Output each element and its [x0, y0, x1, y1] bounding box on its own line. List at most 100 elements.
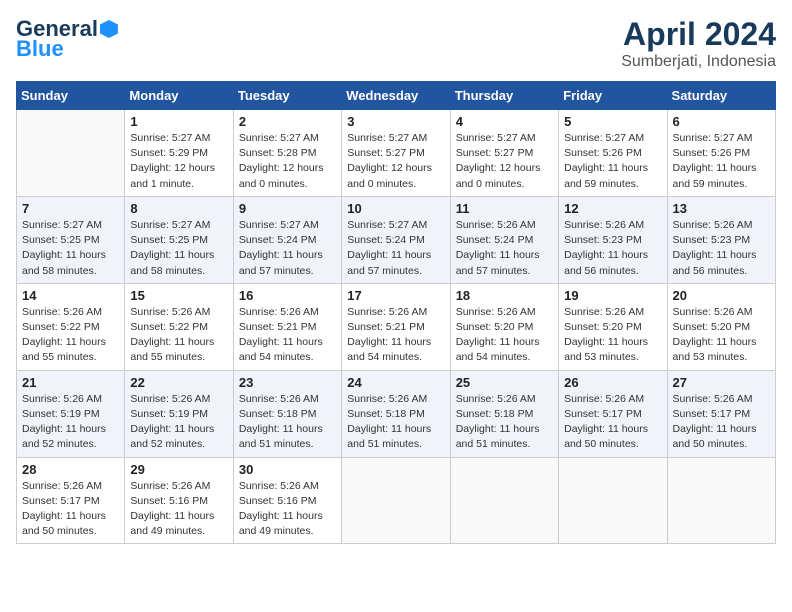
calendar-day-cell: 23 Sunrise: 5:26 AM Sunset: 5:18 PM Dayli…: [233, 370, 341, 457]
day-info: Sunrise: 5:26 AM Sunset: 5:22 PM Dayligh…: [130, 305, 227, 366]
logo-icon: [100, 20, 118, 38]
day-number: 27: [673, 375, 770, 390]
calendar-week-row: 21 Sunrise: 5:26 AM Sunset: 5:19 PM Dayli…: [17, 370, 776, 457]
day-info: Sunrise: 5:26 AM Sunset: 5:23 PM Dayligh…: [564, 218, 661, 279]
day-number: 20: [673, 288, 770, 303]
day-info: Sunrise: 5:27 AM Sunset: 5:26 PM Dayligh…: [673, 131, 770, 192]
header-wednesday: Wednesday: [342, 82, 450, 110]
calendar-day-cell: 13 Sunrise: 5:26 AM Sunset: 5:23 PM Dayli…: [667, 196, 775, 283]
calendar-day-cell: 7 Sunrise: 5:27 AM Sunset: 5:25 PM Daylig…: [17, 196, 125, 283]
day-info: Sunrise: 5:27 AM Sunset: 5:25 PM Dayligh…: [22, 218, 119, 279]
title-area: April 2024 Sumberjati, Indonesia: [621, 16, 776, 71]
day-info: Sunrise: 5:27 AM Sunset: 5:25 PM Dayligh…: [130, 218, 227, 279]
logo-blue-text: Blue: [16, 36, 64, 62]
day-info: Sunrise: 5:26 AM Sunset: 5:20 PM Dayligh…: [456, 305, 553, 366]
calendar-day-cell: [17, 110, 125, 197]
day-number: 6: [673, 114, 770, 129]
calendar-day-cell: 17Sunrise: 5:26 AM Sunset: 5:21 PM Dayli…: [342, 283, 450, 370]
location-subtitle: Sumberjati, Indonesia: [621, 53, 776, 71]
day-number: 26: [564, 375, 661, 390]
calendar-week-row: 7 Sunrise: 5:27 AM Sunset: 5:25 PM Daylig…: [17, 196, 776, 283]
page-header: General Blue April 2024 Sumberjati, Indo…: [16, 16, 776, 71]
header-monday: Monday: [125, 82, 233, 110]
calendar-day-cell: 3 Sunrise: 5:27 AM Sunset: 5:27 PM Daylig…: [342, 110, 450, 197]
calendar-day-cell: 15Sunrise: 5:26 AM Sunset: 5:22 PM Dayli…: [125, 283, 233, 370]
calendar-week-row: 28 Sunrise: 5:26 AM Sunset: 5:17 PM Dayli…: [17, 457, 776, 544]
day-number: 18: [456, 288, 553, 303]
day-number: 10: [347, 201, 444, 216]
day-number: 22: [130, 375, 227, 390]
day-info: Sunrise: 5:26 AM Sunset: 5:20 PM Dayligh…: [564, 305, 661, 366]
day-info: Sunrise: 5:27 AM Sunset: 5:29 PM Dayligh…: [130, 131, 227, 192]
calendar-day-cell: 22 Sunrise: 5:26 AM Sunset: 5:19 PM Dayli…: [125, 370, 233, 457]
calendar-week-row: 1 Sunrise: 5:27 AM Sunset: 5:29 PM Daylig…: [17, 110, 776, 197]
calendar-day-cell: 19 Sunrise: 5:26 AM Sunset: 5:20 PM Dayli…: [559, 283, 667, 370]
day-info: Sunrise: 5:26 AM Sunset: 5:19 PM Dayligh…: [130, 392, 227, 453]
calendar-day-cell: 12Sunrise: 5:26 AM Sunset: 5:23 PM Dayli…: [559, 196, 667, 283]
day-number: 5: [564, 114, 661, 129]
calendar-day-cell: 14 Sunrise: 5:26 AM Sunset: 5:22 PM Dayli…: [17, 283, 125, 370]
calendar-day-cell: 18 Sunrise: 5:26 AM Sunset: 5:20 PM Dayli…: [450, 283, 558, 370]
day-info: Sunrise: 5:26 AM Sunset: 5:18 PM Dayligh…: [456, 392, 553, 453]
day-number: 16: [239, 288, 336, 303]
calendar-day-cell: [342, 457, 450, 544]
calendar-day-cell: 11Sunrise: 5:26 AM Sunset: 5:24 PM Dayli…: [450, 196, 558, 283]
month-title: April 2024: [621, 16, 776, 53]
day-number: 29: [130, 462, 227, 477]
calendar-day-cell: 30 Sunrise: 5:26 AM Sunset: 5:16 PM Dayli…: [233, 457, 341, 544]
day-info: Sunrise: 5:27 AM Sunset: 5:27 PM Dayligh…: [347, 131, 444, 192]
calendar-day-cell: 16Sunrise: 5:26 AM Sunset: 5:21 PM Dayli…: [233, 283, 341, 370]
day-number: 28: [22, 462, 119, 477]
calendar-day-cell: 9 Sunrise: 5:27 AM Sunset: 5:24 PM Daylig…: [233, 196, 341, 283]
calendar-day-cell: 29 Sunrise: 5:26 AM Sunset: 5:16 PM Dayli…: [125, 457, 233, 544]
calendar-day-cell: 8Sunrise: 5:27 AM Sunset: 5:25 PM Daylig…: [125, 196, 233, 283]
day-number: 17: [347, 288, 444, 303]
calendar-day-cell: 5Sunrise: 5:27 AM Sunset: 5:26 PM Daylig…: [559, 110, 667, 197]
day-info: Sunrise: 5:27 AM Sunset: 5:28 PM Dayligh…: [239, 131, 336, 192]
calendar-day-cell: 2 Sunrise: 5:27 AM Sunset: 5:28 PM Daylig…: [233, 110, 341, 197]
calendar-day-cell: 28 Sunrise: 5:26 AM Sunset: 5:17 PM Dayli…: [17, 457, 125, 544]
day-info: Sunrise: 5:27 AM Sunset: 5:24 PM Dayligh…: [239, 218, 336, 279]
day-number: 14: [22, 288, 119, 303]
calendar-day-cell: 6 Sunrise: 5:27 AM Sunset: 5:26 PM Daylig…: [667, 110, 775, 197]
calendar-day-cell: [559, 457, 667, 544]
day-number: 30: [239, 462, 336, 477]
day-info: Sunrise: 5:26 AM Sunset: 5:22 PM Dayligh…: [22, 305, 119, 366]
day-info: Sunrise: 5:26 AM Sunset: 5:18 PM Dayligh…: [239, 392, 336, 453]
day-number: 23: [239, 375, 336, 390]
day-number: 11: [456, 201, 553, 216]
day-number: 25: [456, 375, 553, 390]
day-number: 19: [564, 288, 661, 303]
day-info: Sunrise: 5:26 AM Sunset: 5:16 PM Dayligh…: [239, 479, 336, 540]
calendar-week-row: 14 Sunrise: 5:26 AM Sunset: 5:22 PM Dayli…: [17, 283, 776, 370]
day-number: 7: [22, 201, 119, 216]
day-info: Sunrise: 5:26 AM Sunset: 5:17 PM Dayligh…: [673, 392, 770, 453]
logo: General Blue: [16, 16, 118, 62]
day-number: 3: [347, 114, 444, 129]
day-number: 9: [239, 201, 336, 216]
calendar-day-cell: 26 Sunrise: 5:26 AM Sunset: 5:17 PM Dayli…: [559, 370, 667, 457]
header-tuesday: Tuesday: [233, 82, 341, 110]
header-friday: Friday: [559, 82, 667, 110]
calendar-day-cell: 25 Sunrise: 5:26 AM Sunset: 5:18 PM Dayli…: [450, 370, 558, 457]
day-info: Sunrise: 5:26 AM Sunset: 5:17 PM Dayligh…: [22, 479, 119, 540]
calendar-day-cell: 10Sunrise: 5:27 AM Sunset: 5:24 PM Dayli…: [342, 196, 450, 283]
day-number: 21: [22, 375, 119, 390]
day-info: Sunrise: 5:26 AM Sunset: 5:18 PM Dayligh…: [347, 392, 444, 453]
calendar-day-cell: 20 Sunrise: 5:26 AM Sunset: 5:20 PM Dayli…: [667, 283, 775, 370]
day-number: 24: [347, 375, 444, 390]
day-info: Sunrise: 5:26 AM Sunset: 5:19 PM Dayligh…: [22, 392, 119, 453]
day-number: 2: [239, 114, 336, 129]
day-number: 13: [673, 201, 770, 216]
day-info: Sunrise: 5:26 AM Sunset: 5:23 PM Dayligh…: [673, 218, 770, 279]
day-number: 1: [130, 114, 227, 129]
header-saturday: Saturday: [667, 82, 775, 110]
header-thursday: Thursday: [450, 82, 558, 110]
calendar-day-cell: 27 Sunrise: 5:26 AM Sunset: 5:17 PM Dayli…: [667, 370, 775, 457]
day-info: Sunrise: 5:26 AM Sunset: 5:16 PM Dayligh…: [130, 479, 227, 540]
calendar-day-cell: 1 Sunrise: 5:27 AM Sunset: 5:29 PM Daylig…: [125, 110, 233, 197]
day-info: Sunrise: 5:26 AM Sunset: 5:17 PM Dayligh…: [564, 392, 661, 453]
day-info: Sunrise: 5:26 AM Sunset: 5:20 PM Dayligh…: [673, 305, 770, 366]
day-number: 4: [456, 114, 553, 129]
calendar-day-cell: 21 Sunrise: 5:26 AM Sunset: 5:19 PM Dayli…: [17, 370, 125, 457]
